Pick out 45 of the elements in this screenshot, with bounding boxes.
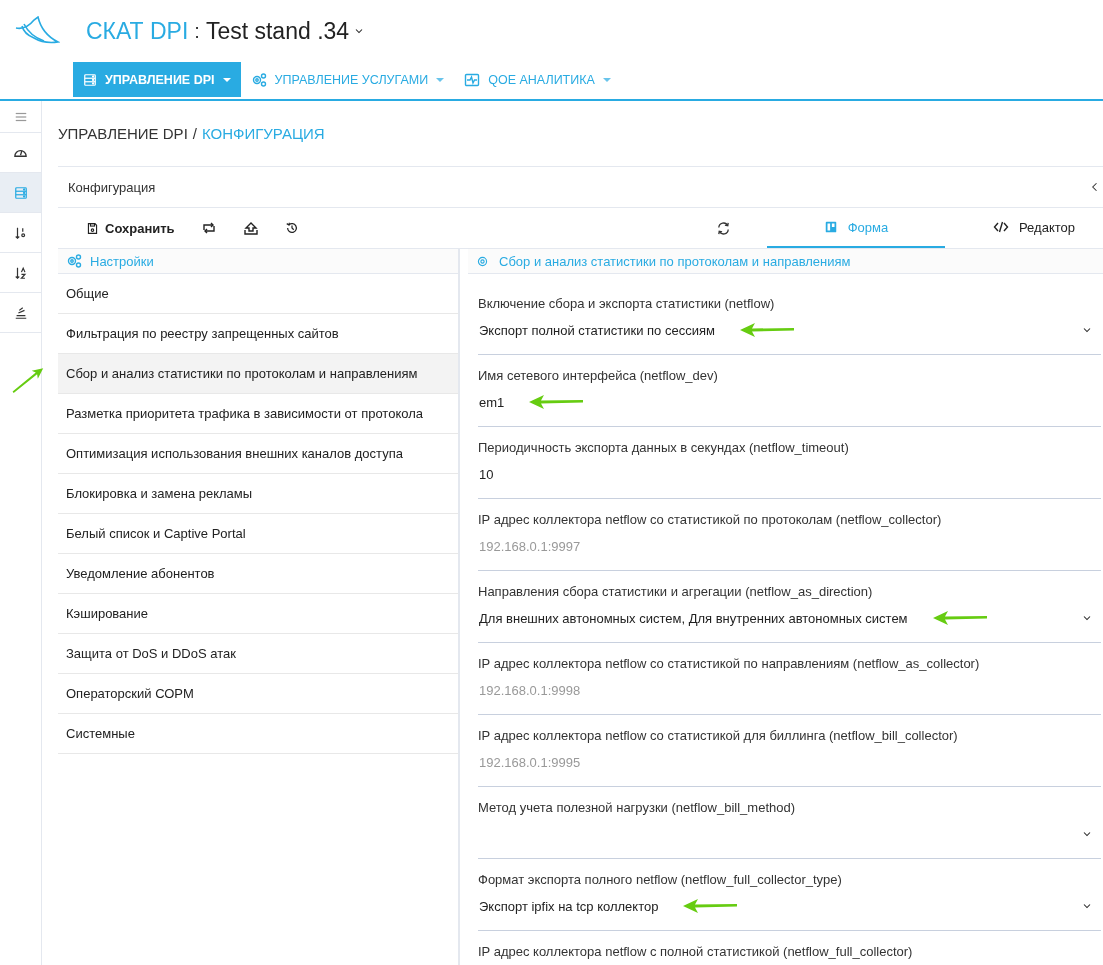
field-label: IP адрес коллектора netflow со статистикой для биллинга (netflow_bill_collector) <box>478 728 959 743</box>
field-label: Направления сбора статистики и агрегации (netflow_as_direction) <box>478 584 874 599</box>
select-field[interactable]: Экспорт ipfix на tcp коллектор <box>478 895 1101 917</box>
board-icon <box>823 220 838 234</box>
gears-icon <box>66 253 82 269</box>
caret-icon <box>436 77 445 82</box>
caret-icon <box>602 77 611 82</box>
breadcrumb-parent[interactable]: УПРАВЛЕНИЕ DPI <box>58 125 188 142</box>
sort-alpha-icon <box>13 265 28 280</box>
logo-icon <box>14 16 60 46</box>
form-title: Сбор и анализ статистики по протоколам и направлениям <box>499 253 851 269</box>
field-label: IP адрес коллектора netflow со статистикой по протоколам (netflow_collector) <box>478 512 943 527</box>
history-icon <box>284 221 299 235</box>
field-label: Формат экспорта полного netflow (netflow_full_collector_type) <box>478 872 843 887</box>
select-field[interactable]: Экспорт полной статистики по сессиям <box>478 319 1101 341</box>
server-icon <box>13 185 28 200</box>
section-item[interactable]: Сбор и анализ статистики по протоколам и направлениям <box>58 354 458 394</box>
view-tab[interactable]: Редактор <box>945 208 1103 248</box>
save-button[interactable]: Сохранить <box>86 216 175 240</box>
sections-title: Настройки <box>90 253 154 269</box>
pulse-icon <box>464 71 481 88</box>
sort-num-icon <box>13 225 28 240</box>
panel-title: Конфигурация <box>68 179 156 195</box>
upload-icon <box>242 220 259 236</box>
gears-icon <box>250 71 267 88</box>
breadcrumb-divider: / <box>192 125 197 142</box>
code-icon <box>993 219 1009 235</box>
input-field[interactable]: 10 <box>478 463 1101 485</box>
field-label: Метод учета полезной нагрузки (netflow_bill_method) <box>478 800 797 815</box>
product-name: СКАТ DPI <box>86 17 189 45</box>
refresh-icon <box>716 220 731 236</box>
stand-selector[interactable]: Test stand .34 <box>205 17 366 45</box>
caret-icon <box>222 77 231 82</box>
title-separator: : <box>194 19 200 43</box>
field-label: IP адрес коллектора netflow со статистикой по направлениям (netflow_as_collector) <box>478 656 981 671</box>
field-label: Имя сетевого интерфейса (netflow_dev) <box>478 368 719 383</box>
field-label: Периодичность экспорта данных в секундах (netflow_timeout) <box>478 440 850 455</box>
breadcrumb-current: КОНФИГУРАЦИЯ <box>201 125 325 142</box>
input-field[interactable]: em1 <box>478 391 1101 413</box>
field-label: Включение сбора и экспорта статистики (netflow) <box>478 296 776 311</box>
save-icon <box>86 221 99 235</box>
field-label: IP адрес коллектора netflow с полной статистикой (netflow_full_collector) <box>478 944 914 959</box>
repeat-icon <box>200 220 217 236</box>
server-icon <box>83 72 97 87</box>
select-field[interactable]: Для внешних автономных систем, Для внутренних автономных систем <box>478 607 1101 629</box>
